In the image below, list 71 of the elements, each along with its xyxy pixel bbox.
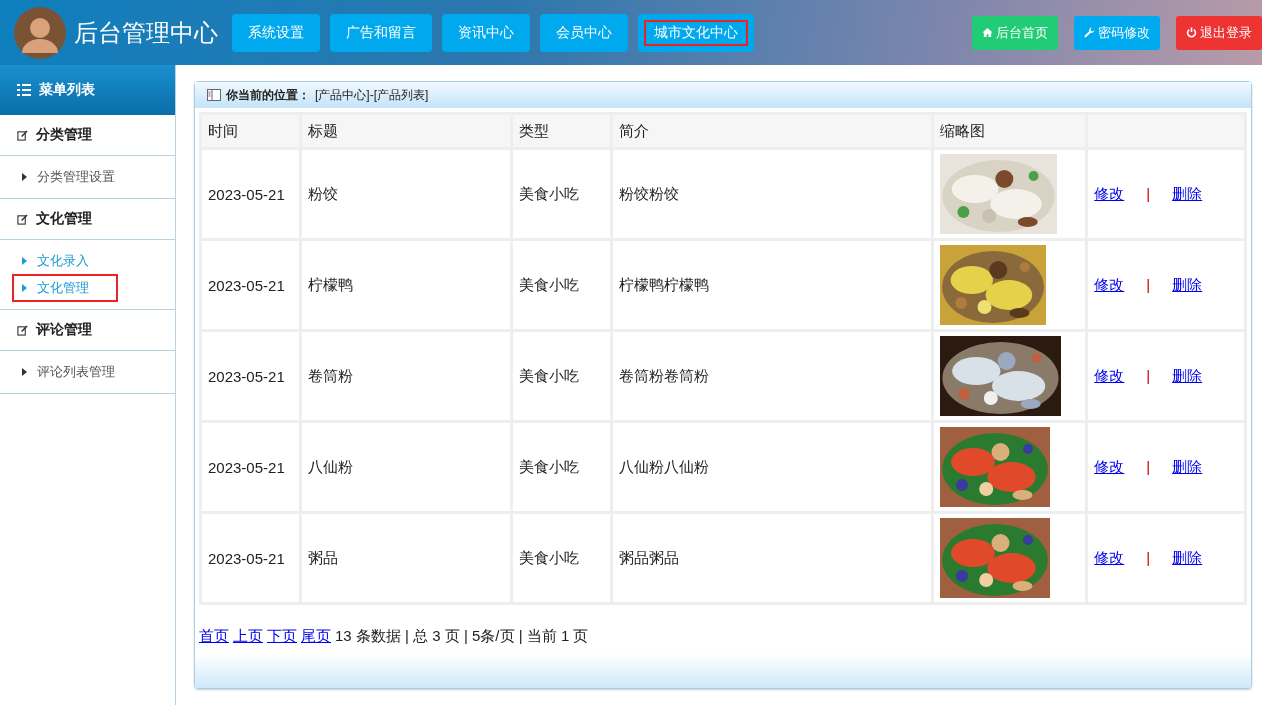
- table-cell: 柠檬鸭柠檬鸭: [613, 241, 931, 329]
- list-icon: [17, 84, 31, 96]
- table-cell: 2023-05-21: [202, 150, 300, 238]
- caret-icon: [22, 284, 27, 292]
- delete-link[interactable]: 删除: [1172, 548, 1203, 566]
- table-cell: 2023-05-21: [202, 514, 300, 602]
- breadcrumb-label: 你当前的位置：: [226, 86, 310, 104]
- column-header: 缩略图: [933, 115, 1086, 147]
- column-header: 标题: [302, 115, 510, 147]
- menu-group[interactable]: 评论管理: [0, 310, 175, 351]
- caret-icon: [22, 257, 27, 265]
- column-header: 时间: [202, 115, 300, 147]
- delete-link[interactable]: 删除: [1172, 184, 1203, 202]
- table-cell: 八仙粉八仙粉: [613, 423, 931, 511]
- table-cell: 粉饺: [302, 150, 510, 238]
- separator: |: [1146, 275, 1151, 293]
- wrench-icon: [1084, 27, 1095, 38]
- pagination-link[interactable]: 首页: [199, 627, 229, 646]
- delete-link[interactable]: 删除: [1172, 457, 1203, 475]
- separator: |: [1146, 548, 1151, 566]
- header-button[interactable]: 退出登录: [1176, 15, 1262, 50]
- pagination-info: 13 条数据 | 总 3 页 | 5条/页 | 当前 1 页: [335, 627, 589, 646]
- table-cell: 美食小吃: [512, 514, 611, 602]
- app-title: 后台管理中心: [74, 17, 218, 48]
- table-cell: 美食小吃: [512, 423, 611, 511]
- edit-link[interactable]: 修改: [1094, 548, 1125, 566]
- menu-group[interactable]: 分类管理: [0, 115, 175, 156]
- layout-icon: [207, 89, 221, 101]
- table-cell: 2023-05-21: [202, 241, 300, 329]
- edit-icon: [17, 129, 28, 141]
- edit-link[interactable]: 修改: [1094, 366, 1125, 384]
- edit-link[interactable]: 修改: [1094, 275, 1125, 293]
- column-header: 类型: [512, 115, 611, 147]
- home-icon: [982, 27, 993, 38]
- column-header: 简介: [613, 115, 931, 147]
- table-cell: 柠檬鸭: [302, 241, 510, 329]
- caret-icon: [22, 368, 27, 376]
- table-cell: 2023-05-21: [202, 332, 300, 420]
- breadcrumb-path: [产品中心]-[产品列表]: [315, 86, 429, 104]
- menu-item[interactable]: 评论列表管理: [14, 360, 123, 384]
- table-cell: 美食小吃: [512, 150, 611, 238]
- table-cell: 八仙粉: [302, 423, 510, 511]
- edit-icon: [17, 324, 28, 336]
- table-cell: 2023-05-21: [202, 423, 300, 511]
- edit-link[interactable]: 修改: [1094, 184, 1125, 202]
- menu-group-label: 评论管理: [36, 321, 92, 339]
- separator: |: [1146, 457, 1151, 475]
- pagination-link[interactable]: 上页: [233, 627, 263, 646]
- table-cell: 卷筒粉卷筒粉: [613, 332, 931, 420]
- delete-link[interactable]: 删除: [1172, 275, 1203, 293]
- pagination-link[interactable]: 尾页: [301, 627, 331, 646]
- menu-group-label: 分类管理: [36, 126, 92, 144]
- caret-icon: [22, 173, 27, 181]
- table-cell: 粥品: [302, 514, 510, 602]
- table-cell: 卷筒粉: [302, 332, 510, 420]
- separator: |: [1146, 184, 1151, 202]
- power-icon: [1186, 27, 1197, 38]
- avatar-icon: [14, 6, 66, 59]
- table-cell: 粉饺粉饺: [613, 150, 931, 238]
- delete-link[interactable]: 删除: [1172, 366, 1203, 384]
- table-cell: 美食小吃: [512, 241, 611, 329]
- menu-item[interactable]: 分类管理设置: [14, 165, 123, 189]
- separator: |: [1146, 366, 1151, 384]
- menu-group[interactable]: 文化管理: [0, 199, 175, 240]
- menu-group-label: 文化管理: [36, 210, 92, 228]
- table-cell: 美食小吃: [512, 332, 611, 420]
- edit-icon: [17, 213, 28, 225]
- pagination-link[interactable]: 下页: [267, 627, 297, 646]
- sidebar-title: 菜单列表: [39, 81, 95, 99]
- edit-link[interactable]: 修改: [1094, 457, 1125, 475]
- table-cell: 粥品粥品: [613, 514, 931, 602]
